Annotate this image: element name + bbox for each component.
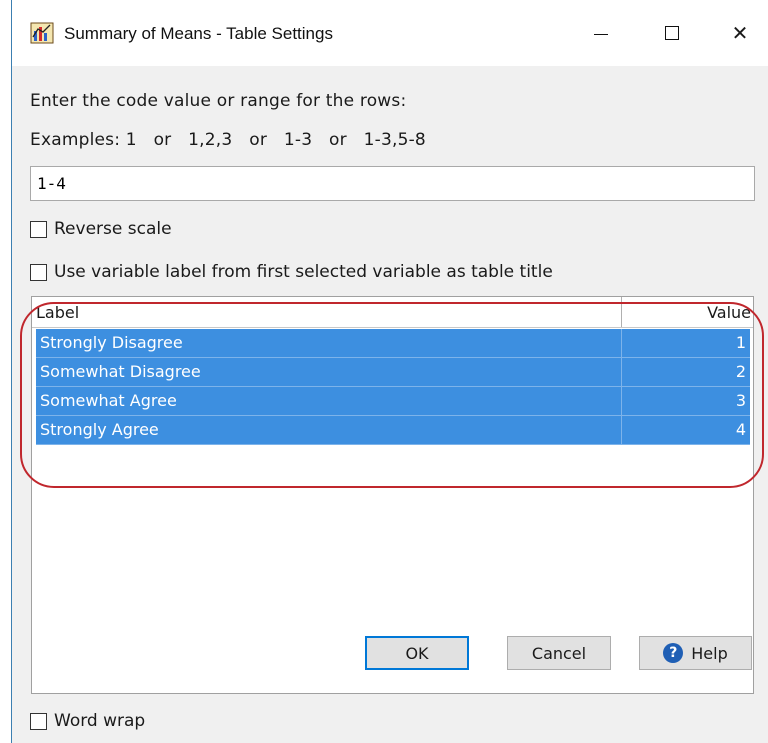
close-button[interactable]: ✕: [718, 10, 762, 56]
checkbox-box[interactable]: [30, 263, 47, 281]
checkbox-box[interactable]: [30, 712, 47, 730]
table-header: Label Value: [32, 297, 753, 328]
word-wrap-label: Word wrap: [54, 711, 146, 731]
table-row[interactable]: Somewhat Agree 3: [36, 387, 750, 416]
cancel-button[interactable]: Cancel: [507, 636, 611, 670]
column-divider: [621, 416, 622, 444]
minimize-button[interactable]: [579, 10, 623, 56]
table-settings-dialog: Summary of Means - Table Settings ✕ Ente…: [11, 0, 768, 743]
use-label-title-label: Use variable label from first selected v…: [54, 262, 553, 282]
help-label: Help: [691, 643, 728, 663]
checkbox-box[interactable]: [30, 220, 47, 238]
maximize-icon: [665, 26, 679, 40]
row-label: Somewhat Disagree: [40, 362, 201, 381]
table-row[interactable]: Strongly Disagree 1: [36, 329, 750, 358]
column-divider: [621, 358, 622, 386]
minimize-icon: [594, 33, 608, 35]
graph-app-icon: [30, 22, 54, 44]
table-row[interactable]: Strongly Agree 4: [36, 416, 750, 445]
value-column-header[interactable]: Value: [707, 303, 751, 322]
row-value: 4: [735, 420, 746, 439]
row-value: 3: [735, 391, 746, 410]
window-title: Summary of Means - Table Settings: [64, 24, 333, 43]
help-icon: ?: [663, 643, 684, 663]
column-divider[interactable]: [621, 297, 622, 327]
row-value: 1: [735, 333, 746, 352]
word-wrap-checkbox[interactable]: Word wrap: [30, 711, 145, 731]
help-button[interactable]: ? Help: [639, 636, 752, 670]
range-input[interactable]: [30, 166, 755, 201]
range-examples: Examples: 1 or 1,2,3 or 1-3 or 1-3,5-8: [30, 130, 426, 150]
maximize-button[interactable]: [650, 10, 694, 56]
column-divider: [621, 329, 622, 357]
row-label: Somewhat Agree: [40, 391, 177, 410]
close-icon: ✕: [731, 21, 749, 45]
reverse-scale-checkbox[interactable]: Reverse scale: [30, 219, 172, 239]
ok-label: OK: [405, 643, 429, 663]
column-divider: [621, 387, 622, 415]
table-row[interactable]: Somewhat Disagree 2: [36, 358, 750, 387]
use-label-title-checkbox[interactable]: Use variable label from first selected v…: [30, 262, 553, 282]
code-values-table[interactable]: Label Value Strongly Disagree 1 Somewhat…: [31, 296, 754, 694]
title-bar[interactable]: Summary of Means - Table Settings ✕: [12, 0, 768, 66]
row-label: Strongly Disagree: [40, 333, 183, 352]
row-value: 2: [735, 362, 746, 381]
reverse-scale-label: Reverse scale: [54, 219, 172, 239]
row-label: Strongly Agree: [40, 420, 159, 439]
range-prompt: Enter the code value or range for the ro…: [30, 91, 407, 111]
cancel-label: Cancel: [531, 643, 587, 663]
ok-button[interactable]: OK: [365, 636, 469, 670]
label-column-header[interactable]: Label: [36, 303, 79, 322]
